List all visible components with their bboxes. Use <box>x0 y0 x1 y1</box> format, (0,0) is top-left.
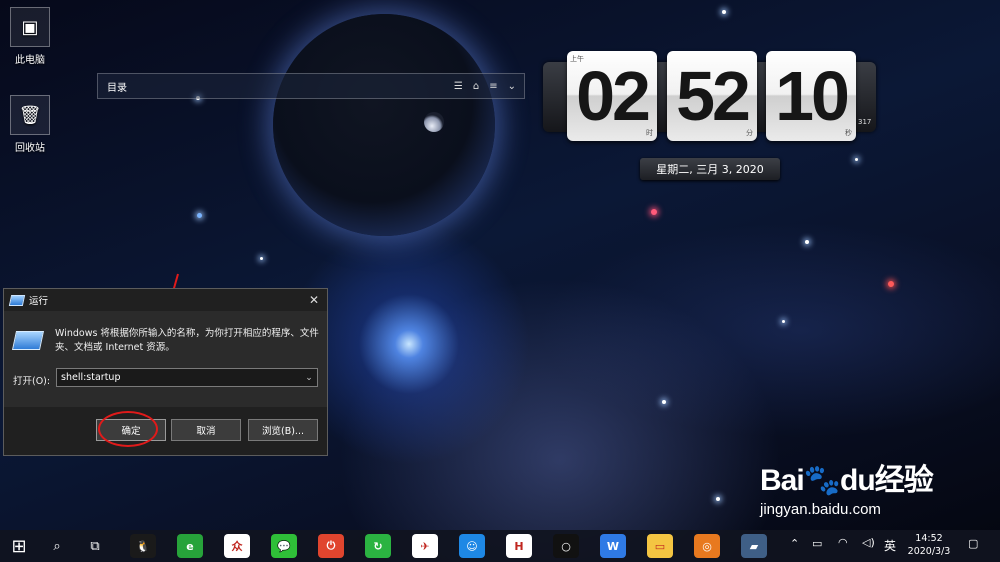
wps-icon: W <box>600 534 626 558</box>
taskbar-app-wps[interactable]: W <box>598 533 628 559</box>
watermark-cn: 经验 <box>874 464 934 497</box>
taskbar-clock[interactable]: 14:52 2020/3/3 <box>906 532 952 558</box>
watermark-brand: Bai <box>760 464 805 497</box>
feishu-icon: ✈ <box>412 534 438 558</box>
taskbar-app-power-app[interactable]: ⏻ <box>316 533 346 559</box>
refresh-app-icon: ↻ <box>365 534 391 558</box>
browser-icon: e <box>177 534 203 558</box>
taskbar-app-wps-pdf[interactable]: 众 <box>222 533 252 559</box>
cancel-button[interactable]: 取消 <box>171 419 241 441</box>
browse-button[interactable]: 浏览(B)... <box>248 419 318 441</box>
taskbar-app-qq[interactable]: 🐧 <box>128 533 158 559</box>
file-explorer-icon: ▭ <box>647 534 673 558</box>
taskbar-app-h-app[interactable]: H <box>504 533 534 559</box>
open-input-value: shell:startup <box>61 372 121 383</box>
power-app-icon: ⏻ <box>318 534 344 558</box>
chevron-down-icon[interactable]: ⌄ <box>301 373 317 383</box>
taskbar-app-run-app[interactable]: ▰ <box>739 533 769 559</box>
baidu-app-icon: ◎ <box>694 534 720 558</box>
network-icon[interactable]: ◠ <box>838 536 848 549</box>
qq-icon: 🐧 <box>130 534 156 558</box>
search-icon: ⌕ <box>53 538 61 554</box>
run-icon <box>8 294 26 306</box>
run-dialog-description: Windows 将根据你所输入的名称，为你打开相应的程序、文件夹、文档或 Int… <box>55 328 319 353</box>
circle-app-icon: ○ <box>553 534 579 558</box>
notification-icon[interactable]: ▢ <box>968 537 978 550</box>
paw-icon: 🐾 <box>803 464 841 497</box>
start-button[interactable]: ⊞ <box>6 533 32 559</box>
volume-icon[interactable]: ◁) <box>862 536 875 549</box>
run-dialog: 运行 ✕ Windows 将根据你所输入的名称，为你打开相应的程序、文件夹、文档… <box>3 288 328 456</box>
tim-icon: ☺ <box>459 534 485 558</box>
search-button[interactable]: ⌕ <box>46 533 68 559</box>
watermark-url: jingyan.baidu.com <box>760 501 881 518</box>
taskbar-app-feishu[interactable]: ✈ <box>410 533 440 559</box>
run-dialog-titlebar[interactable]: 运行 ✕ <box>4 289 327 311</box>
taskbar-date: 2020/3/3 <box>907 546 951 557</box>
baidu-watermark: Bai🐾du经验 jingyan.baidu.com <box>760 455 934 518</box>
task-view-button[interactable]: ⧉ <box>84 533 106 559</box>
run-app-icon: ▰ <box>741 534 767 558</box>
taskbar-app-baidu-app[interactable]: ◎ <box>692 533 722 559</box>
taskbar-app-refresh-app[interactable]: ↻ <box>363 533 393 559</box>
task-view-icon: ⧉ <box>90 538 100 554</box>
h-app-icon: H <box>506 534 532 558</box>
taskbar-app-circle-app[interactable]: ○ <box>551 533 581 559</box>
wps-pdf-icon: 众 <box>224 534 250 558</box>
battery-icon[interactable]: ▭ <box>812 537 822 550</box>
taskbar-app-file-explorer[interactable]: ▭ <box>645 533 675 559</box>
taskbar-app-browser[interactable]: e <box>175 533 205 559</box>
watermark-brand2: du <box>840 464 876 497</box>
close-icon[interactable]: ✕ <box>301 293 327 307</box>
ime-indicator[interactable]: 英 <box>884 537 896 554</box>
run-dialog-title: 运行 <box>29 296 49 307</box>
open-input[interactable]: shell:startup ⌄ <box>56 368 318 387</box>
tray-chevron-up-icon[interactable]: ⌃ <box>790 537 799 550</box>
taskbar-time: 14:52 <box>915 533 943 544</box>
wechat-icon: 💬 <box>271 534 297 558</box>
taskbar-app-wechat[interactable]: 💬 <box>269 533 299 559</box>
windows-icon: ⊞ <box>11 535 27 557</box>
open-label: 打开(O): <box>13 376 51 387</box>
annotation-circle <box>98 411 158 447</box>
run-program-icon <box>11 331 45 350</box>
taskbar-app-tim[interactable]: ☺ <box>457 533 487 559</box>
